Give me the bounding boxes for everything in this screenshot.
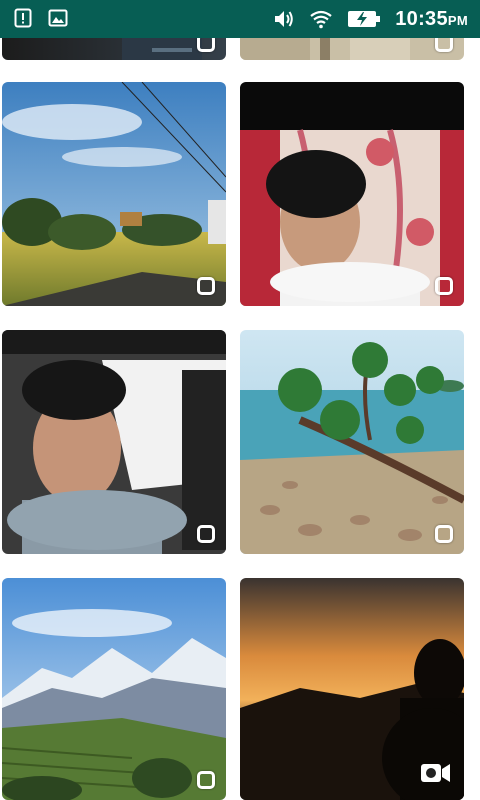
select-checkbox[interactable] [197,277,215,295]
video-camera-icon [420,762,452,784]
select-checkbox[interactable] [435,525,453,543]
select-checkbox[interactable] [197,38,215,52]
select-checkbox[interactable] [197,771,215,789]
select-checkbox[interactable] [435,38,453,52]
gallery-item-photo[interactable] [240,38,464,60]
gallery-item-photo[interactable] [240,330,464,554]
gallery-item-photo[interactable] [2,38,226,60]
select-checkbox[interactable] [197,525,215,543]
clock-ampm: PM [447,12,468,28]
status-bar-notifications [14,8,68,28]
clock-time: 10:35 [395,7,448,30]
battery-charging-icon [347,9,381,29]
select-checkbox[interactable] [435,277,453,295]
gallery-item-photo[interactable] [240,82,464,306]
gallery-item-photo[interactable] [2,330,226,554]
clock: 10:35PM [395,8,468,31]
gallery-item-video[interactable] [240,578,464,800]
gallery-item-photo[interactable] [2,82,226,306]
notification-alert-icon [14,8,32,28]
wifi-icon [309,9,333,29]
media-gallery-grid [0,38,480,800]
gallery-item-photo[interactable] [2,578,226,800]
status-bar: 10:35PM [0,0,480,38]
volume-icon [273,9,295,29]
image-icon [48,9,68,27]
status-bar-system: 10:35PM [273,0,468,38]
